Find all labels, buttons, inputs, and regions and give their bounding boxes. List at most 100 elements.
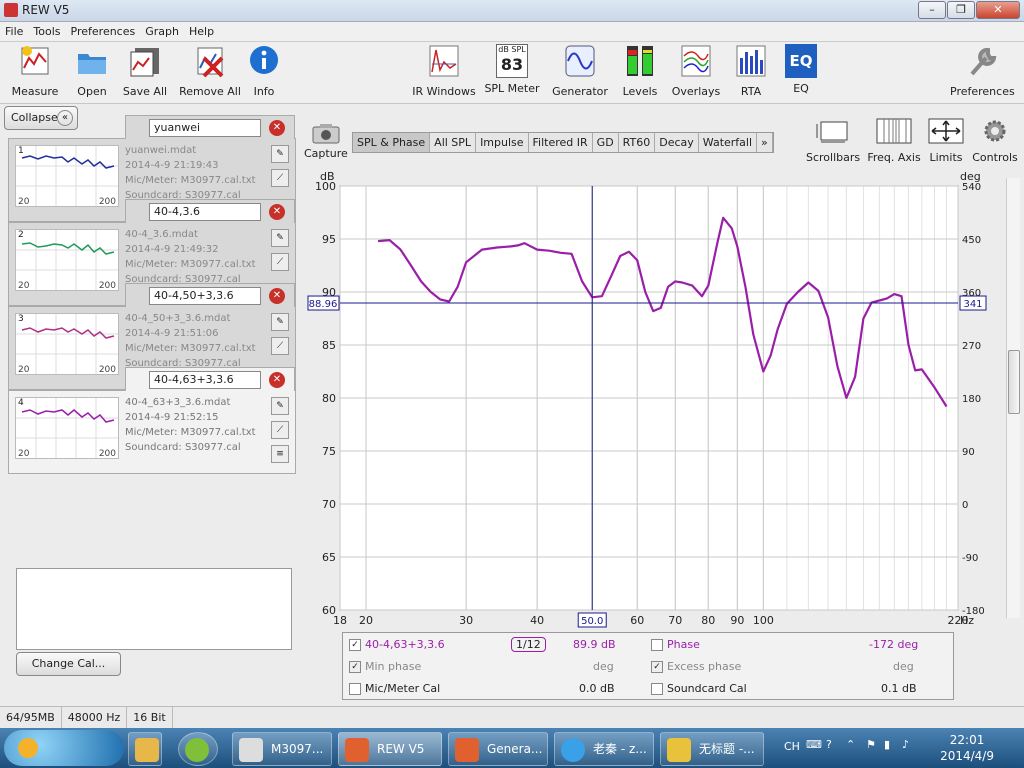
taskbar-item[interactable]: 老秦 - z... — [554, 732, 654, 766]
flag-icon[interactable]: ⚑ — [866, 738, 876, 751]
measure-button[interactable]: Measure — [10, 44, 60, 98]
taskbar-item[interactable]: M3097... — [232, 732, 332, 766]
measurement-name-input[interactable]: 40-4,3.6 — [149, 203, 261, 221]
excess-phase-unit: deg — [893, 660, 914, 673]
graph-edit-icon[interactable]: ✎ — [271, 229, 289, 247]
remove-all-button[interactable]: Remove All — [178, 44, 242, 98]
limits-button[interactable]: Limits — [926, 118, 966, 164]
delete-icon[interactable]: ✕ — [269, 372, 285, 388]
generator-button[interactable]: Generator — [552, 44, 608, 98]
excess-phase-checkbox[interactable]: ✓ — [651, 661, 663, 673]
measurement-name-input[interactable]: 40-4,63+3,3.6 — [149, 371, 261, 389]
tab-spl-phase[interactable]: SPL & Phase — [353, 133, 431, 152]
volume-icon[interactable]: ♪ — [902, 738, 909, 751]
menu-preferences[interactable]: Preferences — [66, 22, 141, 41]
graph-edit-icon[interactable]: ✎ — [271, 313, 289, 331]
eq-button[interactable]: EQ EQ — [784, 44, 818, 95]
soundcard-cal-checkbox[interactable] — [651, 683, 663, 695]
measurement-card-selected[interactable]: 40-4,63+3,3.6 ✕ 4 20 200 40-4_63+3_3.6.m… — [8, 367, 296, 474]
notes-textarea[interactable] — [16, 568, 292, 650]
language-indicator[interactable]: CH — [784, 740, 800, 753]
trace-checkbox[interactable]: ✓ — [349, 639, 361, 651]
graph-edit-icon[interactable]: ✎ — [271, 145, 289, 163]
freq-axis-button[interactable]: Freq. Axis — [866, 118, 922, 164]
menu-graph[interactable]: Graph — [140, 22, 184, 41]
spl-phase-graph[interactable]: 1820304050607080901002206065707580859095… — [306, 168, 1006, 628]
taskbar-item-active[interactable]: REW V5 — [338, 732, 442, 766]
smoothing-selector[interactable]: 1/12 — [511, 637, 546, 652]
tab-more[interactable]: » — [757, 133, 773, 152]
change-cal-button[interactable]: Change Cal... — [16, 652, 121, 676]
close-button[interactable]: ✕ — [976, 1, 1020, 19]
min-phase-checkbox[interactable]: ✓ — [349, 661, 361, 673]
phase-icon[interactable]: ⟋ — [271, 253, 289, 271]
capture-button[interactable]: Capture — [304, 122, 348, 160]
menu-tools[interactable]: Tools — [28, 22, 65, 41]
controls-button[interactable]: Controls — [970, 118, 1020, 164]
measurement-name-input[interactable]: 40-4,50+3,3.6 — [149, 287, 261, 305]
y2-tick-label: 180 — [962, 394, 981, 405]
gear-icon — [984, 120, 1006, 142]
scrollbar-thumb[interactable] — [1008, 350, 1020, 414]
tab-filtered-ir[interactable]: Filtered IR — [529, 133, 593, 152]
tab-decay[interactable]: Decay — [655, 133, 699, 152]
wrench-icon — [970, 47, 997, 76]
tab-impulse[interactable]: Impulse — [476, 133, 529, 152]
rta-button[interactable]: RTA — [734, 44, 768, 98]
x-tick-label: 20 — [359, 614, 373, 627]
min-phase-label: Min phase — [365, 660, 422, 673]
trace-value: 89.9 dB — [573, 638, 616, 651]
windows-orb[interactable] — [178, 732, 218, 766]
start-button[interactable] — [4, 730, 124, 766]
tab-all-spl[interactable]: All SPL — [430, 133, 477, 152]
clock[interactable]: 22:01 2014/4/9 — [940, 732, 994, 764]
delete-icon[interactable]: ✕ — [269, 288, 285, 304]
menu-help[interactable]: Help — [184, 22, 219, 41]
info-button[interactable]: Info — [248, 44, 280, 98]
spl-meter-button[interactable]: dB SPL 83 SPL Meter — [484, 44, 540, 95]
phase-icon[interactable]: ⟋ — [271, 337, 289, 355]
open-button[interactable]: Open — [70, 44, 114, 98]
overlays-button[interactable]: Overlays — [670, 44, 722, 98]
save-all-button[interactable]: Save All — [122, 44, 168, 98]
x-tick-label: 30 — [459, 614, 473, 627]
phase-value: -172 deg — [869, 638, 919, 651]
soundcard-cal-value: 0.1 dB — [881, 682, 917, 695]
levels-button[interactable]: Levels — [620, 44, 660, 98]
graph-edit-icon[interactable]: ✎ — [271, 397, 289, 415]
mic-cal-checkbox[interactable] — [349, 683, 361, 695]
maximize-button[interactable]: ❐ — [947, 1, 975, 19]
phase-checkbox[interactable] — [651, 639, 663, 651]
help-icon[interactable]: ? — [826, 738, 832, 751]
tab-rt60[interactable]: RT60 — [619, 133, 656, 152]
levels-icon — [627, 46, 653, 76]
phase-icon[interactable]: ⟋ — [271, 169, 289, 187]
taskbar-item[interactable]: Genera... — [448, 732, 548, 766]
phase-icon[interactable]: ⟋ — [271, 421, 289, 439]
measurement-thumbnail: 3 20 200 — [15, 313, 119, 375]
vertical-scrollbar[interactable] — [1006, 178, 1020, 618]
eq-icon: EQ — [785, 44, 817, 78]
collapse-button[interactable]: Collapse « — [4, 106, 78, 130]
tray-chevron-icon[interactable]: ⌃ — [846, 738, 855, 751]
scrollbars-button[interactable]: Scrollbars — [806, 118, 860, 164]
generator-icon — [565, 45, 595, 77]
delete-icon[interactable]: ✕ — [269, 120, 285, 136]
minimize-button[interactable]: – — [918, 1, 946, 19]
chat-icon — [561, 738, 585, 762]
network-icon[interactable]: ▮ — [884, 738, 890, 751]
paint-icon — [667, 738, 691, 762]
file-explorer-taskbar-icon[interactable] — [128, 732, 162, 766]
notes-icon[interactable]: ≡ — [271, 445, 289, 463]
preferences-button[interactable]: Preferences — [950, 44, 1015, 98]
system-tray: CH ⌨ ? ⌃ ⚑ ▮ ♪ 22:01 2014/4/9 — [774, 728, 1024, 768]
delete-icon[interactable]: ✕ — [269, 204, 285, 220]
taskbar-item[interactable]: 无标题 -... — [660, 732, 764, 766]
measurement-name-input[interactable]: yuanwei — [149, 119, 261, 137]
menu-file[interactable]: File — [0, 22, 28, 41]
ir-windows-button[interactable]: IR Windows — [410, 44, 478, 98]
keyboard-icon[interactable]: ⌨ — [806, 738, 822, 751]
card-actions: ✎ ⟋ — [271, 229, 289, 277]
tab-waterfall[interactable]: Waterfall — [699, 133, 758, 152]
tab-gd[interactable]: GD — [593, 133, 619, 152]
